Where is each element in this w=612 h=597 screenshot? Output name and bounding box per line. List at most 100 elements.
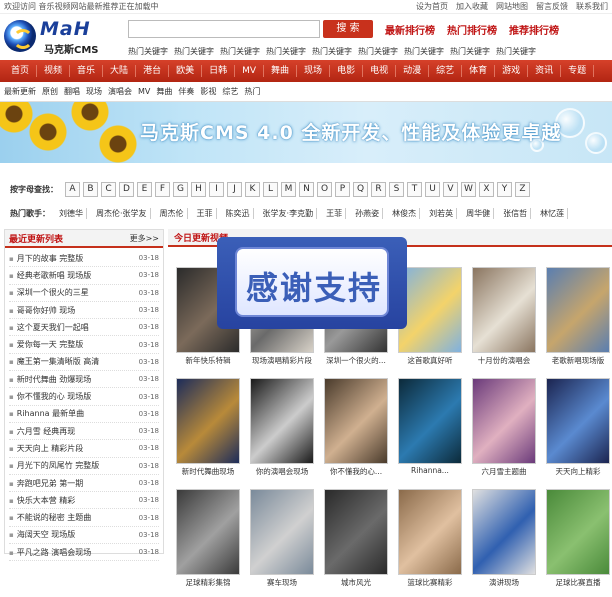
video-caption[interactable]: 这首歌真好听 [398,355,462,366]
list-item[interactable]: 快乐大本营 精彩 03-18 [9,492,159,510]
video-card[interactable]: 赛车现场 [250,489,314,597]
letter-button[interactable]: N [299,181,314,197]
list-item-title[interactable]: 哥哥你好帅 现场 [9,305,133,316]
nav-item[interactable]: 电影 [330,65,364,77]
video-card[interactable]: 足球精彩集锦 [176,489,240,597]
singer-link[interactable]: 陈奕迅 [223,207,254,219]
letter-button[interactable]: D [119,181,134,197]
subnav-item[interactable]: 原创 [42,86,58,97]
letter-button[interactable]: O [317,181,332,197]
video-caption[interactable]: 新时代舞曲现场 [176,466,240,477]
video-thumbnail[interactable] [546,267,610,353]
singer-link[interactable]: 王菲 [323,207,347,219]
video-caption[interactable]: 篮球比赛精彩 [398,577,462,588]
list-item-title[interactable]: 不能说的秘密 主题曲 [9,512,133,523]
video-thumbnail[interactable] [250,489,314,575]
video-card[interactable]: 你的演唱会现场 [250,378,314,486]
letter-button[interactable]: L [263,181,278,197]
singer-link[interactable]: 林忆莲 [537,207,569,219]
video-thumbnail[interactable] [324,378,388,464]
letter-button[interactable]: C [101,181,116,197]
nav-item[interactable]: 综艺 [429,65,463,77]
video-caption[interactable]: 六月雪主题曲 [472,466,536,477]
list-item-title[interactable]: 你不懂我的心 现场版 [9,391,133,402]
video-thumbnail[interactable] [472,378,536,464]
list-item-title[interactable]: 爱你每一天 完整版 [9,339,133,350]
subnav-item[interactable]: 伴奏 [178,86,194,97]
subnav-item[interactable]: 影视 [200,86,216,97]
video-caption[interactable]: 老歌新唱现场版 [546,355,610,366]
subnav-item[interactable]: 热门 [244,86,260,97]
letter-button[interactable]: G [173,181,188,197]
nav-item[interactable]: 现场 [297,65,331,77]
top-link-home[interactable]: 设为首页 [416,1,448,12]
nav-item[interactable]: 欧美 [169,65,203,77]
video-thumbnail[interactable] [472,267,536,353]
list-item-title[interactable]: 天天向上 精彩片段 [9,443,133,454]
banner[interactable]: 马克斯CMS 4.0 全新开发、性能及体验更卓越 [0,102,612,163]
video-thumbnail[interactable] [546,378,610,464]
list-item[interactable]: 月光下的凤尾竹 完整版 03-18 [9,458,159,475]
more-link[interactable]: 更多>> [130,233,159,244]
top-link-feedback[interactable]: 留言反馈 [536,1,568,12]
letter-button[interactable]: A [65,181,80,197]
video-card[interactable]: 足球比赛直播 [546,489,610,597]
video-card[interactable]: Rihanna... [398,378,462,486]
video-thumbnail[interactable] [398,489,462,575]
nav-item[interactable]: 体育 [462,65,496,77]
letter-button[interactable]: P [335,181,350,197]
list-item-title[interactable]: 月光下的凤尾竹 完整版 [9,460,133,471]
letter-button[interactable]: U [425,181,440,197]
singer-link[interactable]: 王菲 [194,207,217,219]
list-item[interactable]: 你不懂我的心 现场版 03-18 [9,388,159,406]
list-item[interactable]: 经典老歌新唱 现场版 03-18 [9,267,159,285]
video-thumbnail[interactable] [398,378,462,464]
thanks-overlay[interactable]: 感谢支持 [217,237,407,329]
list-item-title[interactable]: 平凡之路 演唱会现场 [9,547,133,558]
list-item-title[interactable]: 奔跑吧兄弟 第一期 [9,478,133,489]
subnav-item[interactable]: 演唱会 [108,86,132,97]
list-item-title[interactable]: 新时代舞曲 劲爆现场 [9,374,133,385]
letter-button[interactable]: X [479,181,494,197]
top-link-contact[interactable]: 联系我们 [576,1,608,12]
list-item-title[interactable]: 海阔天空 现场版 [9,529,133,540]
list-item[interactable]: 新时代舞曲 劲爆现场 03-18 [9,371,159,389]
hot-keyword[interactable]: 热门关键字 [174,46,214,57]
video-thumbnail[interactable] [250,378,314,464]
rank-link-hot[interactable]: 热门排行榜 [447,22,497,37]
video-caption[interactable]: 你的演唱会现场 [250,466,314,477]
video-card[interactable]: 你不懂我的心... [324,378,388,486]
list-item-title[interactable]: 六月雪 经典再现 [9,426,133,437]
list-item[interactable]: 魔王第一集清晰版 高清 03-18 [9,354,159,372]
rank-link-latest[interactable]: 最新排行榜 [385,22,435,37]
letter-button[interactable]: T [407,181,422,197]
letter-button[interactable]: B [83,181,98,197]
search-button[interactable]: 搜 索 [323,20,373,38]
singer-link[interactable]: 林俊杰 [389,207,421,219]
subnav-item[interactable]: MV [138,87,150,96]
hot-keyword[interactable]: 热门关键字 [220,46,260,57]
video-card[interactable]: 城市风光 [324,489,388,597]
singer-link[interactable]: 周华健 [463,207,495,219]
video-caption[interactable]: 演讲现场 [472,577,536,588]
video-caption[interactable]: 现场演唱精彩片段 [250,355,314,366]
hot-keyword[interactable]: 热门关键字 [312,46,352,57]
video-caption[interactable]: 你不懂我的心... [324,466,388,477]
video-thumbnail[interactable] [176,489,240,575]
singer-link[interactable]: 周杰伦·张学友 [93,207,151,219]
video-card[interactable]: 六月雪主题曲 [472,378,536,486]
letter-button[interactable]: M [281,181,296,197]
video-caption[interactable]: 城市风光 [324,577,388,588]
video-card[interactable]: 新时代舞曲现场 [176,378,240,486]
subnav-item[interactable]: 翻唱 [64,86,80,97]
video-card[interactable]: 老歌新唱现场版 [546,267,610,375]
letter-button[interactable]: V [443,181,458,197]
video-caption[interactable]: 赛车现场 [250,577,314,588]
letter-button[interactable]: Z [515,181,530,197]
nav-item[interactable]: 舞曲 [264,65,298,77]
nav-item[interactable]: 专题 [561,65,595,77]
hot-keyword[interactable]: 热门关键字 [404,46,444,57]
singer-link[interactable]: 孙燕姿 [352,207,384,219]
video-thumbnail[interactable] [546,489,610,575]
video-caption[interactable]: 深圳一个很火的... [324,355,388,366]
